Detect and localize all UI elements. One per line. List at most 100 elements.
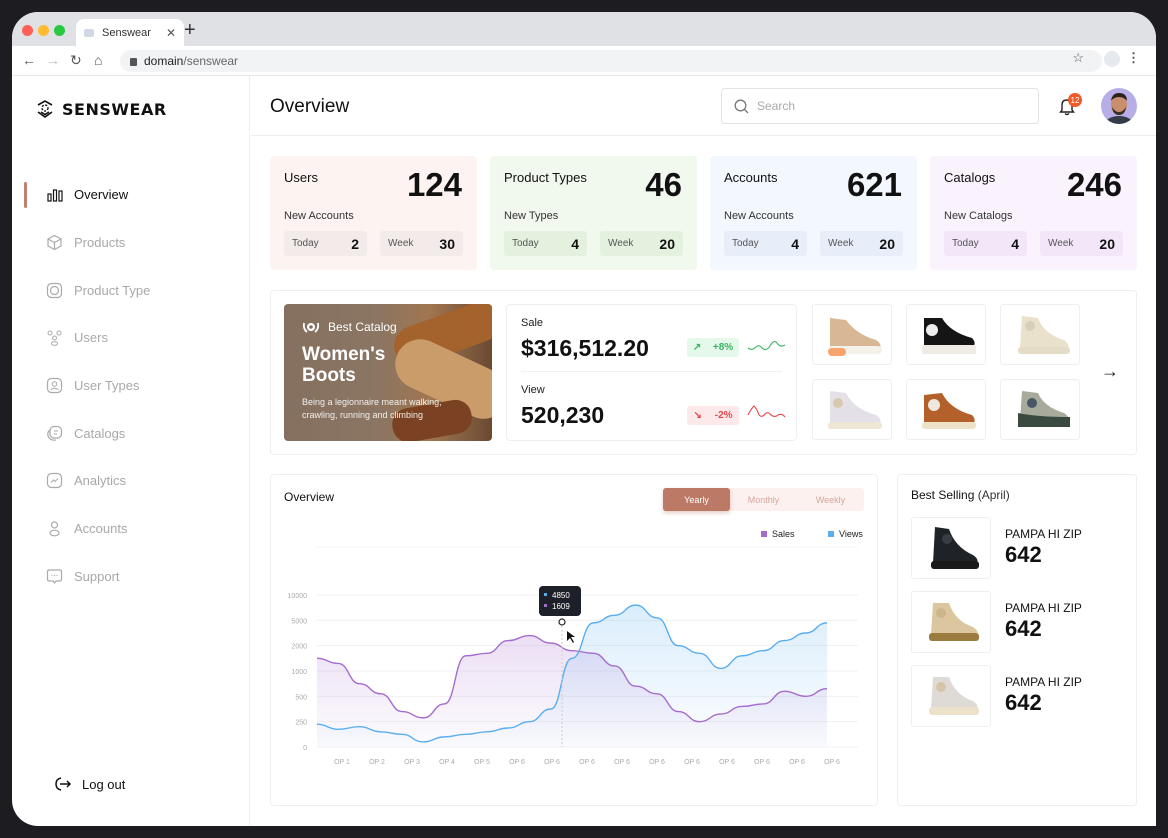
search-icon — [734, 99, 749, 113]
product-sales: 642 — [1005, 542, 1042, 567]
best-selling-item[interactable]: PAMPA HI ZIP 642 — [911, 517, 1131, 579]
stat-card-product-types[interactable]: Product Types 46 New Types Today 4 Week 20 — [490, 156, 697, 270]
x-tick-label: OP 6 — [509, 759, 525, 766]
x-tick-label: OP 6 — [614, 759, 630, 766]
browser-tab[interactable]: Senswear ✕ — [76, 19, 184, 46]
user-types-icon — [46, 377, 63, 394]
catalog-product-thumb[interactable] — [812, 304, 892, 365]
next-arrow-icon[interactable]: → — [1101, 361, 1119, 382]
bookmark-star-icon[interactable]: ☆ — [1072, 50, 1084, 66]
sidebar-item-accounts[interactable]: Accounts — [12, 505, 249, 553]
sale-sparkline — [747, 341, 786, 351]
search-placeholder: Search — [757, 99, 796, 113]
stat-subtitle: New Accounts — [284, 210, 354, 222]
address-bar-row: ← → ↻ ⌂ domain/senswear ☆ ⋮ — [12, 46, 1156, 76]
today-label: Today — [732, 238, 759, 249]
overview-chart[interactable]: 0 250 500 1000 2000 5000 10000 OP 1 OP 2 OP 3 OP 4… — [271, 475, 879, 807]
stat-card-catalogs[interactable]: Catalogs 246 New Catalogs Today 4 Week 20 — [930, 156, 1137, 270]
sidebar-item-label: Analytics — [74, 473, 127, 489]
tab-bar: Senswear ✕ + — [12, 12, 1156, 46]
sidebar-item-catalogs[interactable]: Catalogs — [12, 409, 249, 457]
users-icon — [46, 329, 63, 347]
search-input[interactable]: Search — [721, 88, 1039, 124]
sidebar-item-users[interactable]: Users — [12, 314, 249, 362]
catalog-product-thumb[interactable] — [812, 379, 892, 440]
forward-icon[interactable]: → — [46, 52, 60, 68]
back-icon[interactable]: ← — [22, 52, 36, 68]
catalog-title: Women's Boots — [302, 344, 386, 386]
y-tick-label: 10000 — [288, 593, 308, 600]
week-value: 20 — [659, 235, 675, 252]
account-icon — [46, 520, 63, 537]
sale-label: Sale — [521, 317, 544, 329]
today-value: 4 — [1011, 235, 1019, 252]
shoe-image — [828, 317, 882, 356]
today-value: 4 — [571, 235, 579, 252]
logout-button[interactable]: Log out — [54, 776, 125, 792]
stat-card-users[interactable]: Users 124 New Accounts Today 2 Week 30 — [270, 156, 477, 270]
best-selling-card: Best Selling (April) PAMPA HI ZIP 642 PA… — [897, 474, 1137, 806]
top-bar: Overview Search 12 — [251, 76, 1156, 136]
sale-trend-badge: ↗ +8% — [687, 338, 739, 357]
sidebar-item-overview[interactable]: Overview — [12, 171, 249, 219]
sidebar-item-analytics[interactable]: Analytics — [12, 457, 249, 505]
today-label: Today — [292, 238, 319, 249]
new-tab-button[interactable]: + — [184, 19, 196, 42]
close-tab-icon[interactable]: ✕ — [166, 26, 176, 40]
best-selling-period: (April) — [977, 488, 1010, 502]
today-value: 4 — [791, 235, 799, 252]
y-tick-label: 0 — [303, 745, 307, 752]
catalog-product-thumb[interactable] — [1000, 379, 1080, 440]
best-catalog-banner[interactable]: Best Catalog Women's Boots Being a legio… — [284, 304, 492, 441]
today-value: 2 — [351, 235, 359, 252]
reload-icon[interactable]: ↻ — [70, 52, 82, 69]
best-selling-item[interactable]: PAMPA HI ZIP 642 — [911, 591, 1131, 653]
product-name: PAMPA HI ZIP — [1005, 601, 1082, 615]
sidebar-item-products[interactable]: Products — [12, 219, 249, 267]
shoe-image — [931, 527, 979, 569]
senswear-logo-icon — [37, 100, 53, 118]
catalog-product-thumb[interactable] — [1000, 304, 1080, 365]
minimize-window-button[interactable] — [38, 25, 49, 36]
week-label: Week — [608, 238, 634, 249]
tooltip-views-value: 4850 — [552, 591, 570, 600]
stat-today-pill: Today 4 — [504, 231, 587, 256]
cursor-icon — [567, 631, 575, 643]
kpi-divider — [521, 371, 782, 372]
catalog-description: Being a legionnaire meant walking, crawl… — [302, 397, 442, 420]
today-label: Today — [952, 238, 979, 249]
url-input[interactable]: domain/senswear — [120, 50, 1102, 72]
close-window-button[interactable] — [22, 25, 33, 36]
sidebar-item-support[interactable]: Support — [12, 553, 249, 601]
sidebar: SENSWEAR Overview Products Product Type … — [12, 76, 250, 826]
stat-card-accounts[interactable]: Accounts 621 New Accounts Today 4 Week 20 — [710, 156, 917, 270]
x-tick-label: OP 6 — [789, 759, 805, 766]
week-value: 20 — [879, 235, 895, 252]
stat-today-pill: Today 4 — [944, 231, 1027, 256]
y-tick-label: 500 — [295, 694, 307, 701]
home-icon[interactable]: ⌂ — [94, 52, 102, 68]
stat-week-pill: Week 30 — [380, 231, 463, 256]
best-selling-item[interactable]: PAMPA HI ZIP 642 — [911, 665, 1131, 727]
brand-logo[interactable]: SENSWEAR — [34, 98, 167, 120]
x-tick-label: OP 3 — [404, 759, 420, 766]
y-tick-label: 1000 — [291, 669, 307, 676]
notification-badge: 12 — [1068, 93, 1082, 107]
browser-menu-icon[interactable]: ⋮ — [1127, 50, 1140, 66]
sidebar-item-product-type[interactable]: Product Type — [12, 266, 249, 314]
product-sales: 642 — [1005, 690, 1042, 715]
tooltip-swatch-views — [544, 593, 547, 596]
page-title: Overview — [270, 96, 350, 117]
catalog-product-thumb[interactable] — [906, 304, 986, 365]
sidebar-item-user-types[interactable]: User Types — [12, 362, 249, 410]
user-avatar[interactable] — [1101, 88, 1137, 124]
trend-up-icon: ↗ — [692, 342, 702, 353]
catalog-product-thumb[interactable] — [906, 379, 986, 440]
maximize-window-button[interactable] — [54, 25, 65, 36]
x-tick-label: OP 6 — [684, 759, 700, 766]
catalog-section: Best Catalog Women's Boots Being a legio… — [270, 290, 1137, 455]
browser-profile-icon[interactable] — [1104, 51, 1120, 67]
product-image — [911, 665, 991, 727]
stat-value: 124 — [406, 166, 462, 203]
lock-icon — [130, 58, 137, 66]
